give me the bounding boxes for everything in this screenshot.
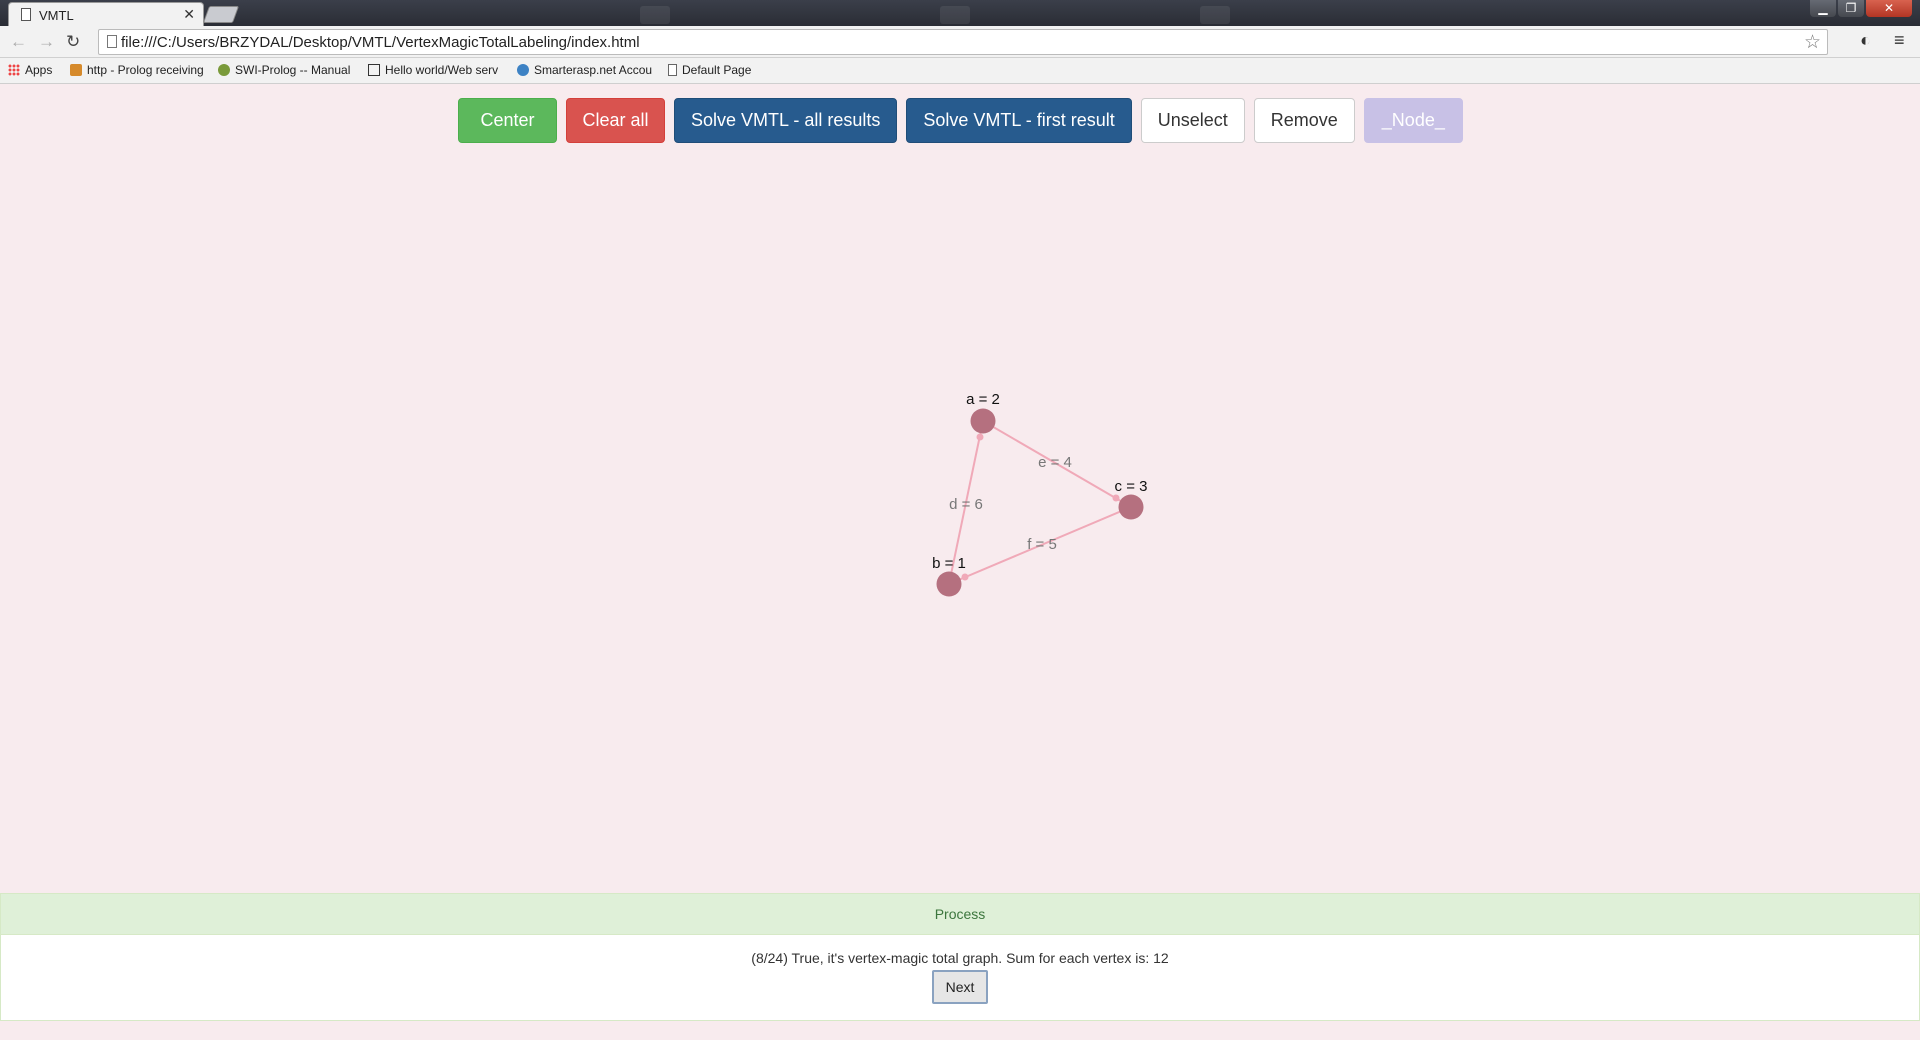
- process-panel: Process (8/24) True, it's vertex-magic t…: [0, 893, 1920, 1021]
- forward-icon[interactable]: →: [38, 32, 55, 52]
- page-icon: [668, 64, 677, 76]
- page-content: d = 6 e = 4 f = 5 a = 2 b = 1 c = 3 Cent…: [0, 84, 1920, 1040]
- bookmark-smarterasp[interactable]: Smarterasp.net Accou: [517, 63, 657, 77]
- unselect-button[interactable]: Unselect: [1140, 98, 1245, 143]
- taskbar-decoration: [940, 6, 970, 24]
- edge-e-handle[interactable]: [1112, 494, 1120, 502]
- bookmark-star-icon[interactable]: ☆: [1804, 31, 1821, 54]
- action-toolbar: Center Clear all Solve VMTL - all result…: [458, 98, 1463, 143]
- address-bar[interactable]: file:///C:/Users/BRZYDAL/Desktop/VMTL/Ve…: [98, 29, 1828, 55]
- apps-grid-icon: [8, 64, 20, 76]
- prolog-icon: [70, 64, 82, 76]
- node-a[interactable]: [970, 408, 996, 434]
- browser-toolbar: ← → ↻ file:///C:/Users/BRZYDAL/Desktop/V…: [0, 26, 1920, 58]
- new-tab-button[interactable]: [202, 6, 240, 23]
- taskbar-decoration: [1200, 6, 1230, 24]
- reload-icon[interactable]: ↻: [66, 32, 80, 52]
- node-b[interactable]: [936, 571, 962, 597]
- minimize-button[interactable]: ▁: [1810, 0, 1836, 17]
- remove-button[interactable]: Remove: [1253, 98, 1355, 143]
- bookmarks-bar: Apps http - Prolog receiving SWI-Prolog …: [0, 58, 1920, 84]
- back-icon[interactable]: ←: [10, 32, 27, 52]
- node-label-c: c = 3: [1115, 478, 1148, 495]
- edge-label-d: d = 6: [949, 496, 983, 513]
- bookmark-prolog-receiving[interactable]: http - Prolog receiving: [70, 63, 206, 77]
- bookmark-hello-world[interactable]: Hello world/Web serv: [368, 63, 504, 77]
- menu-icon[interactable]: ≡: [1894, 30, 1905, 51]
- address-url[interactable]: file:///C:/Users/BRZYDAL/Desktop/VMTL/Ve…: [121, 34, 640, 51]
- process-heading: Process: [1, 894, 1919, 935]
- edge-d-handle[interactable]: [976, 433, 984, 441]
- page-icon: [21, 8, 31, 21]
- graph-canvas[interactable]: d = 6 e = 4 f = 5 a = 2 b = 1 c = 3: [0, 84, 1920, 892]
- window-controls: ▁ ❐ ✕: [1810, 0, 1912, 18]
- next-button[interactable]: Next: [932, 970, 988, 1004]
- swi-prolog-icon: [218, 64, 230, 76]
- tab-close-icon[interactable]: ✕: [183, 6, 195, 23]
- browser-titlebar: VMTL ✕ ▁ ❐ ✕: [0, 0, 1920, 26]
- bookmark-swi-prolog[interactable]: SWI-Prolog -- Manual: [218, 63, 358, 77]
- maximize-button[interactable]: ❐: [1838, 0, 1864, 17]
- solve-first-result-button[interactable]: Solve VMTL - first result: [906, 98, 1132, 143]
- process-message: (8/24) True, it's vertex-magic total gra…: [751, 950, 1169, 966]
- smarterasp-icon: [517, 64, 529, 76]
- solve-all-results-button[interactable]: Solve VMTL - all results: [674, 98, 898, 143]
- edge-f-handle[interactable]: [961, 573, 969, 581]
- edge-label-e: e = 4: [1038, 454, 1072, 471]
- edge-label-f: f = 5: [1027, 536, 1057, 553]
- node-label-b: b = 1: [932, 555, 966, 572]
- bookmark-default-page[interactable]: Default Page: [668, 63, 778, 77]
- center-button[interactable]: Center: [458, 98, 557, 143]
- taskbar-decoration: [640, 6, 670, 24]
- node-label-a: a = 2: [966, 391, 1000, 408]
- process-body: (8/24) True, it's vertex-magic total gra…: [1, 935, 1919, 1004]
- node-button: _Node_: [1363, 98, 1463, 143]
- page-icon: [107, 35, 117, 48]
- bookmark-apps[interactable]: Apps: [8, 63, 58, 77]
- rosetta-code-icon: [368, 64, 380, 76]
- tab-vmtl[interactable]: VMTL ✕: [8, 2, 204, 26]
- extension-icon[interactable]: ◐: [1860, 30, 1871, 51]
- node-c[interactable]: [1118, 494, 1144, 520]
- tab-title: VMTL: [39, 8, 74, 23]
- close-window-button[interactable]: ✕: [1866, 0, 1912, 17]
- clear-all-button[interactable]: Clear all: [566, 98, 665, 143]
